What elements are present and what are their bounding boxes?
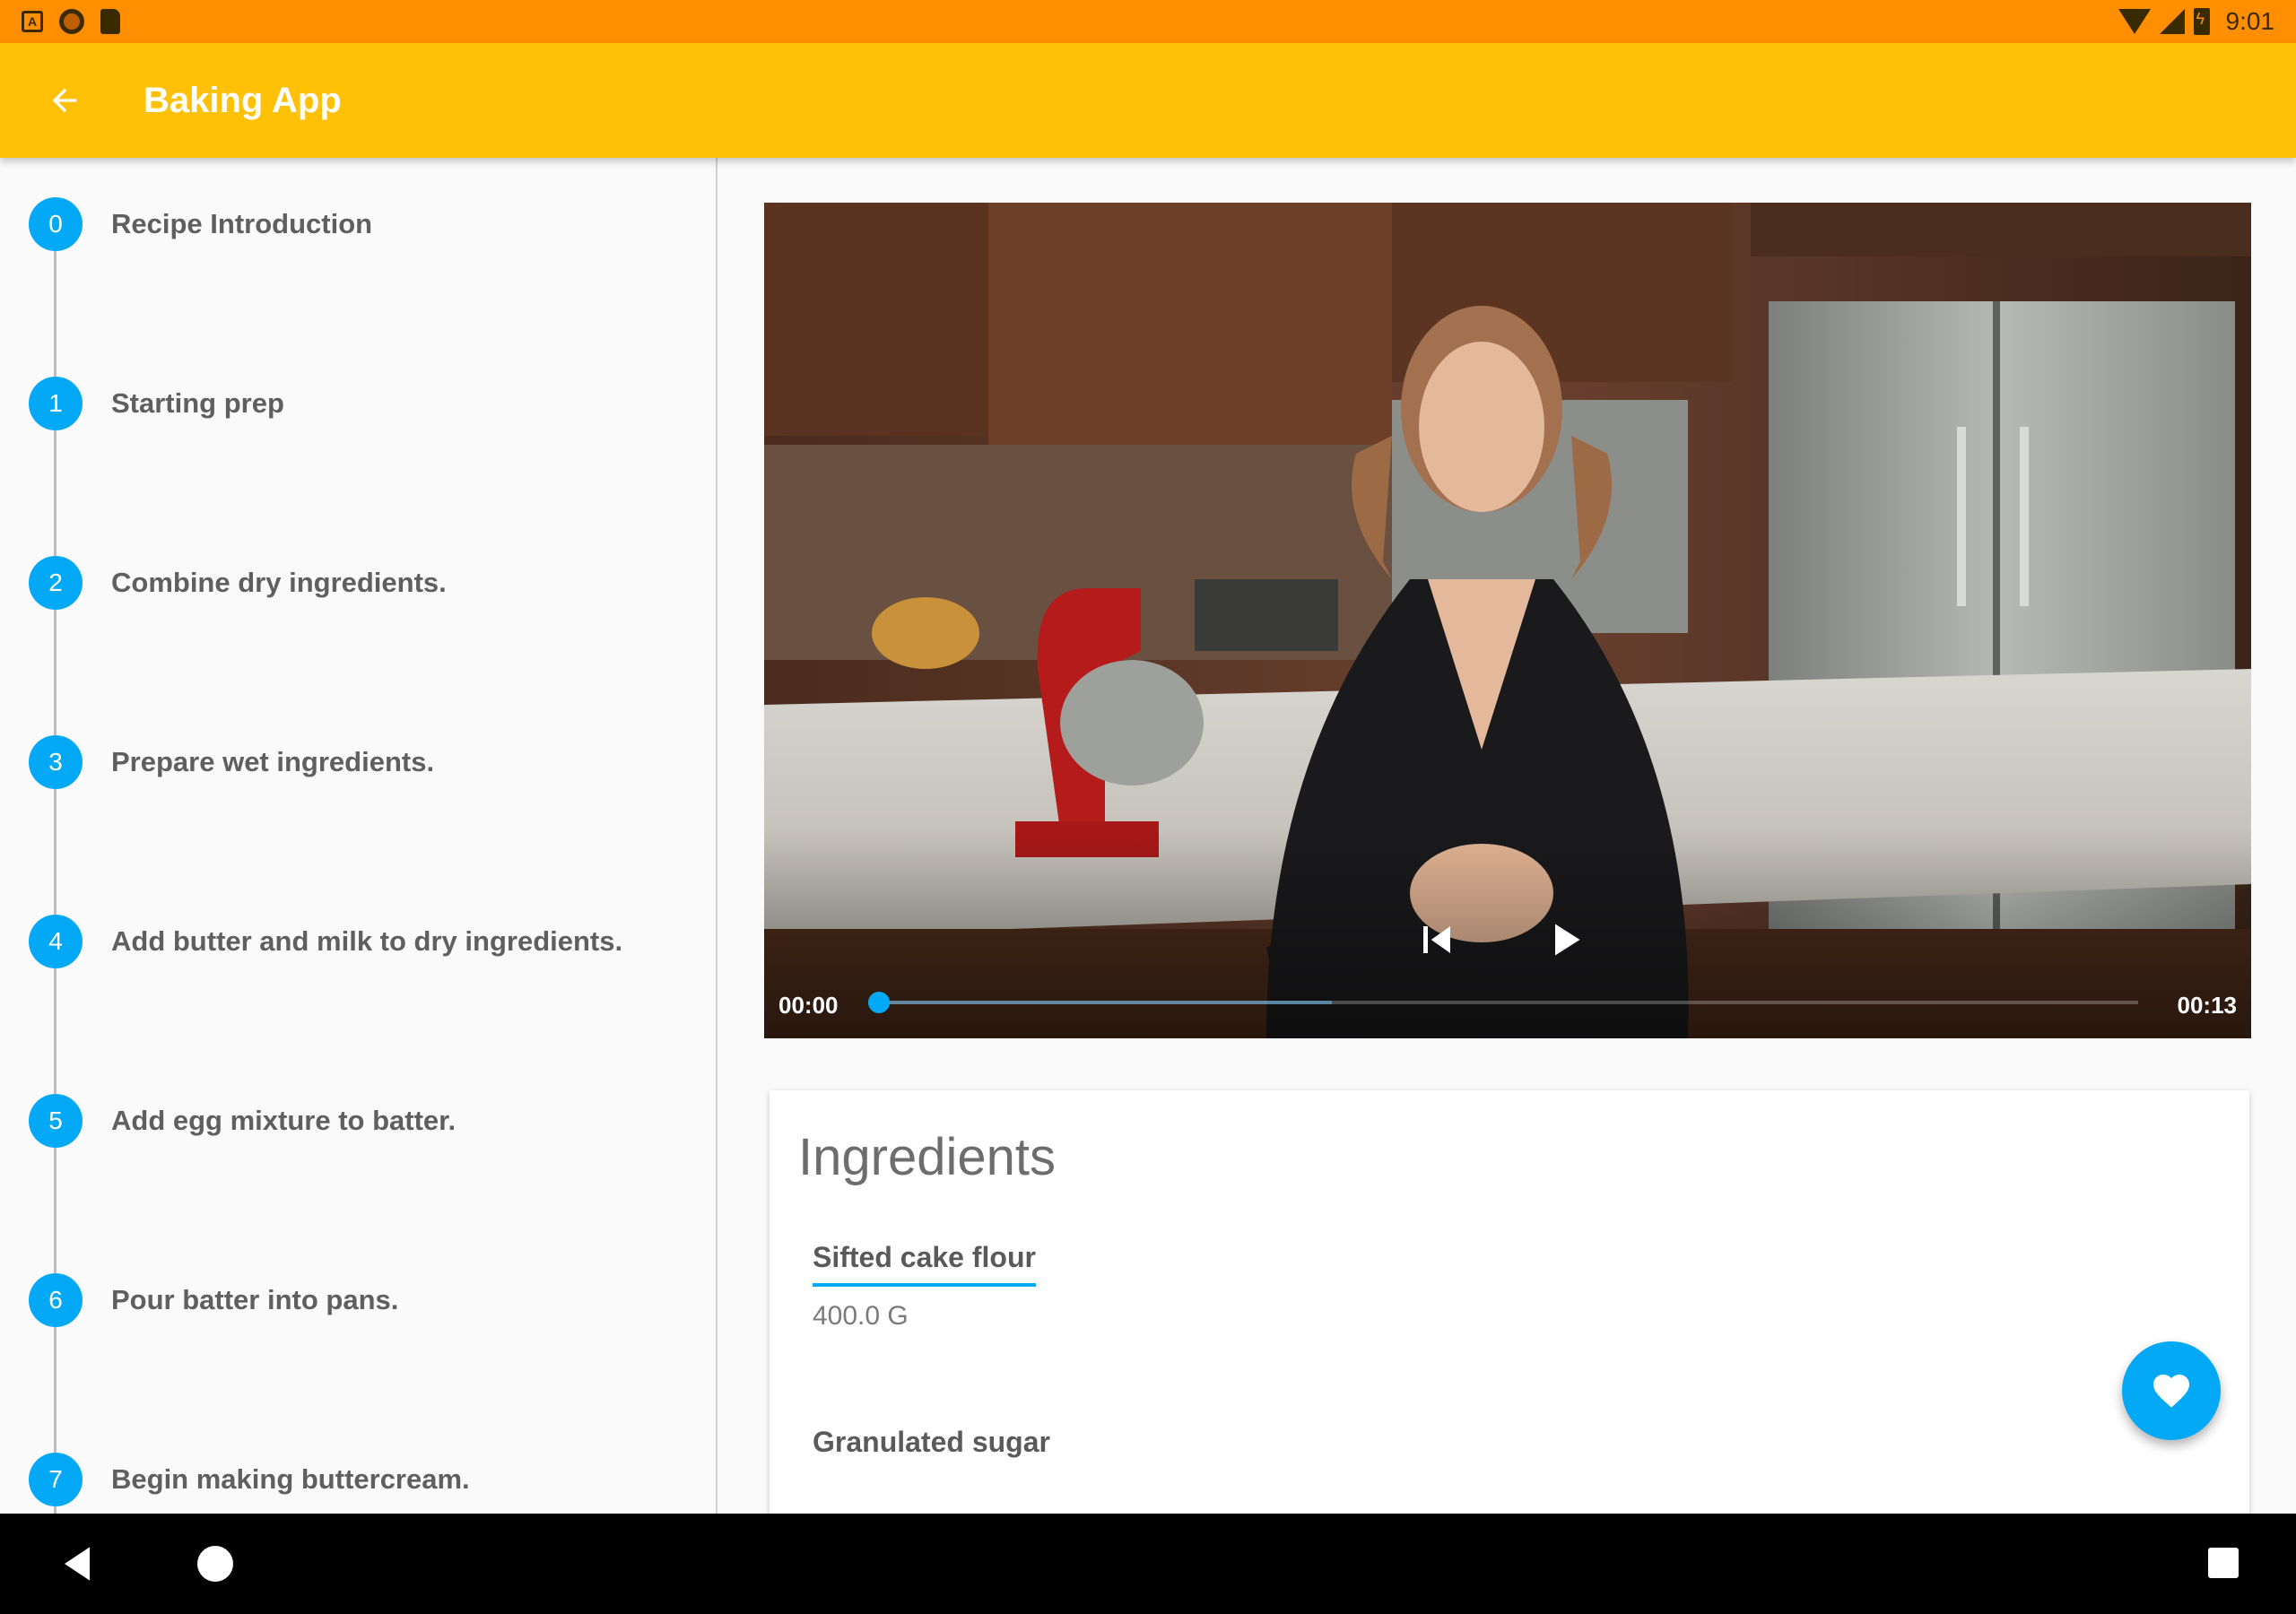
step-number-badge: 0 bbox=[29, 197, 83, 251]
play-button[interactable] bbox=[1537, 913, 1591, 967]
status-system: 9:01 bbox=[2118, 5, 2275, 38]
video-frame bbox=[764, 203, 2251, 1038]
ingredient-item: Sifted cake flour 400.0 G bbox=[813, 1241, 1036, 1332]
step-label: Recipe Introduction bbox=[111, 208, 373, 239]
step-number-badge: 6 bbox=[29, 1273, 83, 1327]
status-notifications: A bbox=[22, 7, 120, 36]
duration-time: 00:13 bbox=[2177, 992, 2238, 1019]
step-item[interactable]: 4 Add butter and milk to dry ingredients… bbox=[0, 875, 716, 983]
step-number-badge: 7 bbox=[29, 1453, 83, 1506]
cell-signal-icon bbox=[2159, 9, 2185, 34]
nav-home-button[interactable] bbox=[197, 1546, 233, 1582]
system-navigation-bar bbox=[0, 1514, 2296, 1614]
battery-charging-icon bbox=[2193, 8, 2210, 35]
seek-bar[interactable] bbox=[868, 992, 2138, 1013]
seek-buffered bbox=[879, 1001, 1333, 1004]
step-label: Combine dry ingredients. bbox=[111, 567, 447, 598]
step-label: Begin making buttercream. bbox=[111, 1463, 470, 1495]
step-item[interactable]: 1 Starting prep bbox=[0, 337, 716, 445]
step-item[interactable]: 2 Combine dry ingredients. bbox=[0, 516, 716, 624]
ingredients-title: Ingredients bbox=[798, 1128, 1056, 1186]
step-item[interactable]: 6 Pour batter into pans. bbox=[0, 1234, 716, 1341]
sd-card-icon bbox=[100, 9, 120, 34]
step-label: Prepare wet ingredients. bbox=[111, 746, 435, 777]
play-icon bbox=[1555, 924, 1580, 956]
nav-back-icon bbox=[65, 1547, 90, 1581]
current-time: 00:00 bbox=[778, 992, 839, 1019]
status-time: 9:01 bbox=[2225, 7, 2275, 35]
ingredient-item: Granulated sugar bbox=[813, 1426, 1050, 1468]
step-label: Add butter and milk to dry ingredients. bbox=[111, 925, 623, 957]
app-bar: Baking App bbox=[0, 43, 2296, 158]
step-item[interactable]: 5 Add egg mixture to batter. bbox=[0, 1054, 716, 1162]
step-item[interactable]: 0 Recipe Introduction bbox=[0, 158, 716, 265]
step-detail-pane: 00:00 00:13 Ingredients Sifted cake flou… bbox=[719, 158, 2296, 1514]
arrow-back-icon bbox=[52, 88, 77, 113]
ingredients-card: Ingredients Sifted cake flour 400.0 G Gr… bbox=[770, 1090, 2249, 1514]
step-label: Add egg mixture to batter. bbox=[111, 1105, 457, 1136]
skip-previous-icon bbox=[1423, 926, 1450, 953]
step-number-badge: 4 bbox=[29, 915, 83, 968]
player-center-controls bbox=[764, 924, 2251, 1010]
nav-recents-button[interactable] bbox=[2208, 1548, 2239, 1578]
back-button[interactable] bbox=[36, 72, 93, 129]
ingredient-name: Sifted cake flour bbox=[813, 1241, 1036, 1287]
record-icon bbox=[59, 9, 84, 34]
nav-back-button[interactable] bbox=[52, 1539, 102, 1589]
favorite-fab[interactable] bbox=[2122, 1341, 2221, 1440]
step-item[interactable]: 3 Prepare wet ingredients. bbox=[0, 696, 716, 803]
steps-list[interactable]: 0 Recipe Introduction 1 Starting prep 2 … bbox=[0, 158, 718, 1514]
step-number-badge: 3 bbox=[29, 735, 83, 789]
seek-thumb[interactable] bbox=[868, 992, 890, 1013]
step-label: Starting prep bbox=[111, 387, 284, 419]
app-title: Baking App bbox=[144, 81, 342, 120]
video-player[interactable]: 00:00 00:13 bbox=[764, 203, 2251, 1038]
step-number-badge: 1 bbox=[29, 377, 83, 430]
step-number-badge: 5 bbox=[29, 1094, 83, 1148]
previous-button[interactable] bbox=[1410, 913, 1464, 967]
step-item[interactable]: 7 Begin making buttercream. bbox=[0, 1413, 716, 1514]
ingredient-name: Granulated sugar bbox=[813, 1426, 1050, 1458]
step-label: Pour batter into pans. bbox=[111, 1284, 399, 1315]
app-notification-icon: A bbox=[22, 11, 43, 32]
ingredient-quantity: 400.0 G bbox=[813, 1301, 909, 1331]
step-number-badge: 2 bbox=[29, 556, 83, 610]
wifi-icon bbox=[2118, 9, 2151, 34]
heart-icon bbox=[2153, 1375, 2189, 1408]
status-bar: A 9:01 bbox=[0, 0, 2296, 43]
